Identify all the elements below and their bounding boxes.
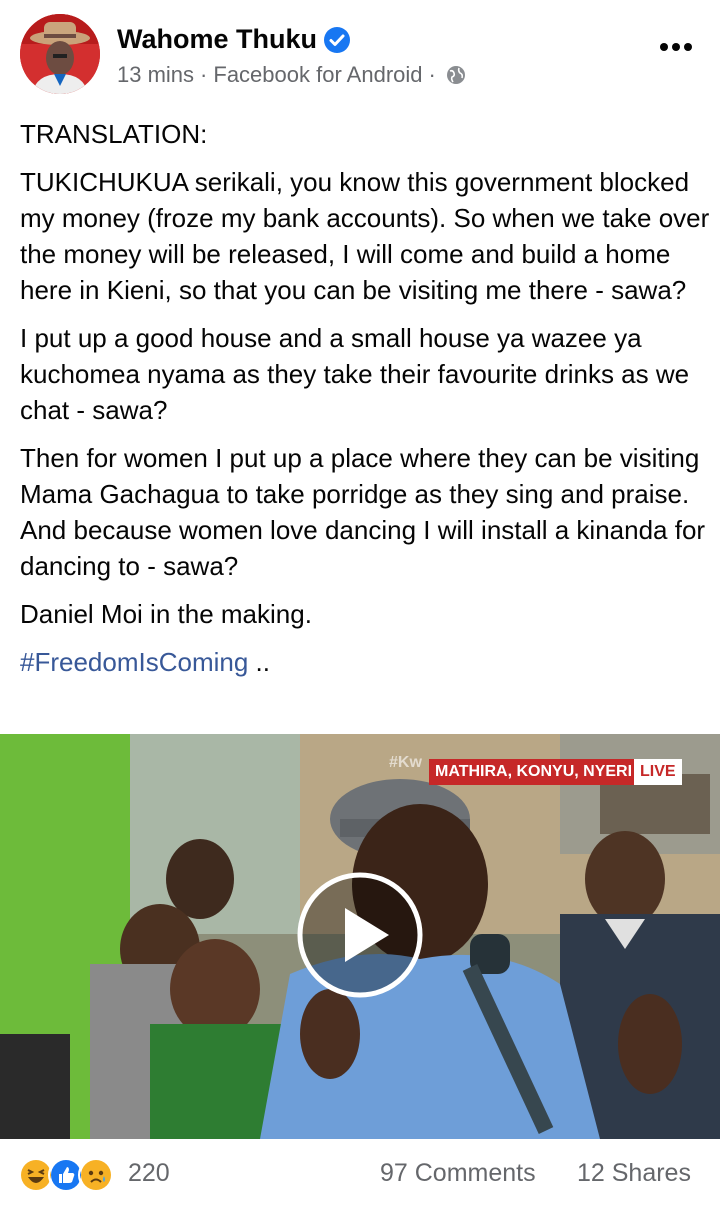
post-paragraph: Daniel Moi in the making. <box>20 599 312 629</box>
comments-count[interactable]: 97 Comments <box>380 1159 536 1188</box>
reaction-icons[interactable] <box>18 1157 114 1193</box>
post-paragraph: TUKICHUKUA serikali, you know this gover… <box>20 167 710 305</box>
more-options-icon[interactable] <box>658 40 694 54</box>
shares-count[interactable]: 12 Shares <box>577 1159 691 1188</box>
verified-badge-icon <box>324 26 350 53</box>
play-button-icon[interactable] <box>297 872 423 998</box>
author-row: Wahome Thuku <box>117 24 350 55</box>
video-live-badge: LIVE <box>634 759 682 785</box>
meta-separator: · <box>200 62 208 87</box>
hashtag-link[interactable]: #FreedomIsComing <box>20 647 248 677</box>
cap-text: #Kw <box>389 754 422 771</box>
video-player[interactable]: #Kw MATHIRA, KONYU, NYERI LIVE <box>0 734 720 1139</box>
meta-separator-2: · <box>428 62 436 87</box>
reaction-count[interactable]: 220 <box>128 1159 170 1188</box>
post-body: TRANSLATION: TUKICHUKUA serikali, you kn… <box>20 116 710 692</box>
post-paragraph: I put up a good house and a small house … <box>20 323 690 425</box>
post-header: Wahome Thuku 13 mins · Facebook for Andr… <box>0 0 720 105</box>
post-paragraph: Then for women I put up a place where th… <box>20 443 706 581</box>
hashtag-suffix: .. <box>248 647 270 677</box>
globe-icon <box>446 66 465 84</box>
post-time[interactable]: 13 mins <box>117 62 194 88</box>
sad-icon <box>78 1157 114 1193</box>
post-paragraph: TRANSLATION: <box>20 119 208 149</box>
hashtag-line: #FreedomIsComing .. <box>20 644 710 680</box>
author-name[interactable]: Wahome Thuku <box>117 24 317 55</box>
post-meta: 13 mins · Facebook for Android · <box>117 62 466 88</box>
cap-logo-icon: #Kw <box>389 754 422 771</box>
author-avatar[interactable] <box>20 14 100 94</box>
post-footer: 220 97 Comments 12 Shares <box>0 1140 720 1205</box>
video-location-label: MATHIRA, KONYU, NYERI <box>429 759 639 785</box>
post-source: Facebook for Android <box>213 62 423 87</box>
avatar-image <box>20 14 100 94</box>
